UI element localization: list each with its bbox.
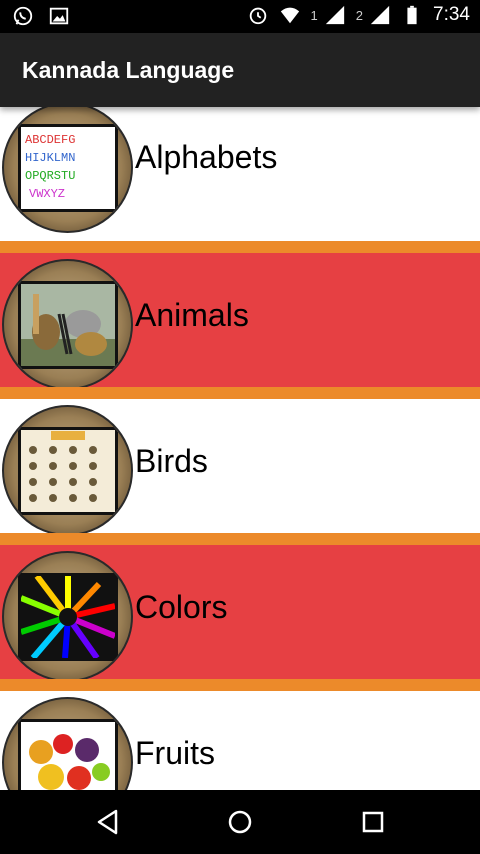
list-item-label: Animals [135, 297, 249, 333]
row-separator [0, 679, 480, 691]
svg-text:OPQRSTU: OPQRSTU [25, 169, 75, 183]
app-bar: Kannada Language [0, 33, 480, 107]
list-item-animals[interactable]: Animals [0, 253, 480, 399]
signal-icon [325, 5, 344, 25]
color-pencils-graphic [19, 574, 117, 660]
fruits-graphic [21, 722, 115, 790]
signal-icon [370, 5, 390, 25]
whatsapp-icon [13, 6, 33, 26]
list-item-label: Colors [135, 589, 228, 625]
alarm-icon [249, 7, 266, 25]
navigation-bar [0, 790, 480, 854]
list-item-birds[interactable]: Birds [0, 399, 480, 545]
image-icon [49, 7, 69, 25]
status-time: 7:34 [433, 4, 470, 25]
row-separator [0, 241, 480, 253]
home-icon[interactable] [224, 806, 256, 838]
wifi-icon [280, 7, 299, 24]
fruits-image [2, 697, 133, 790]
list-item-fruits[interactable]: Fruits [0, 691, 480, 790]
category-list: ABCDEFG HIJKLMN OPQRSTU VWXYZ Alphabets [0, 107, 480, 790]
battery-icon [407, 5, 417, 25]
list-item-alphabets[interactable]: ABCDEFG HIJKLMN OPQRSTU VWXYZ Alphabets [0, 107, 480, 241]
list-item-colors[interactable]: Colors [0, 545, 480, 691]
sim1-label: 1 [310, 7, 318, 23]
alphabet-chart-image: ABCDEFG HIJKLMN OPQRSTU VWXYZ [2, 107, 133, 233]
list-item-label: Fruits [135, 735, 215, 771]
svg-text:VWXYZ: VWXYZ [29, 187, 65, 201]
back-icon[interactable] [92, 806, 124, 838]
animals-graphic [21, 284, 115, 366]
animals-image [2, 259, 133, 390]
list-item-label: Alphabets [135, 139, 278, 175]
row-separator [0, 387, 480, 399]
color-pencils-image [2, 551, 133, 682]
birds-chart-image [2, 405, 133, 536]
svg-text:HIJKLMN: HIJKLMN [25, 151, 75, 165]
list-item-label: Birds [135, 443, 208, 479]
birds-chart-graphic [21, 430, 115, 512]
app-title: Kannada Language [22, 57, 235, 83]
recents-icon[interactable] [357, 806, 389, 838]
sim2-label: 2 [355, 7, 364, 23]
status-bar: 1 2 7:34 [0, 0, 480, 33]
alphabet-chart-graphic: ABCDEFG HIJKLMN OPQRSTU VWXYZ [21, 127, 115, 209]
row-separator [0, 533, 480, 545]
svg-text:ABCDEFG: ABCDEFG [25, 133, 75, 147]
